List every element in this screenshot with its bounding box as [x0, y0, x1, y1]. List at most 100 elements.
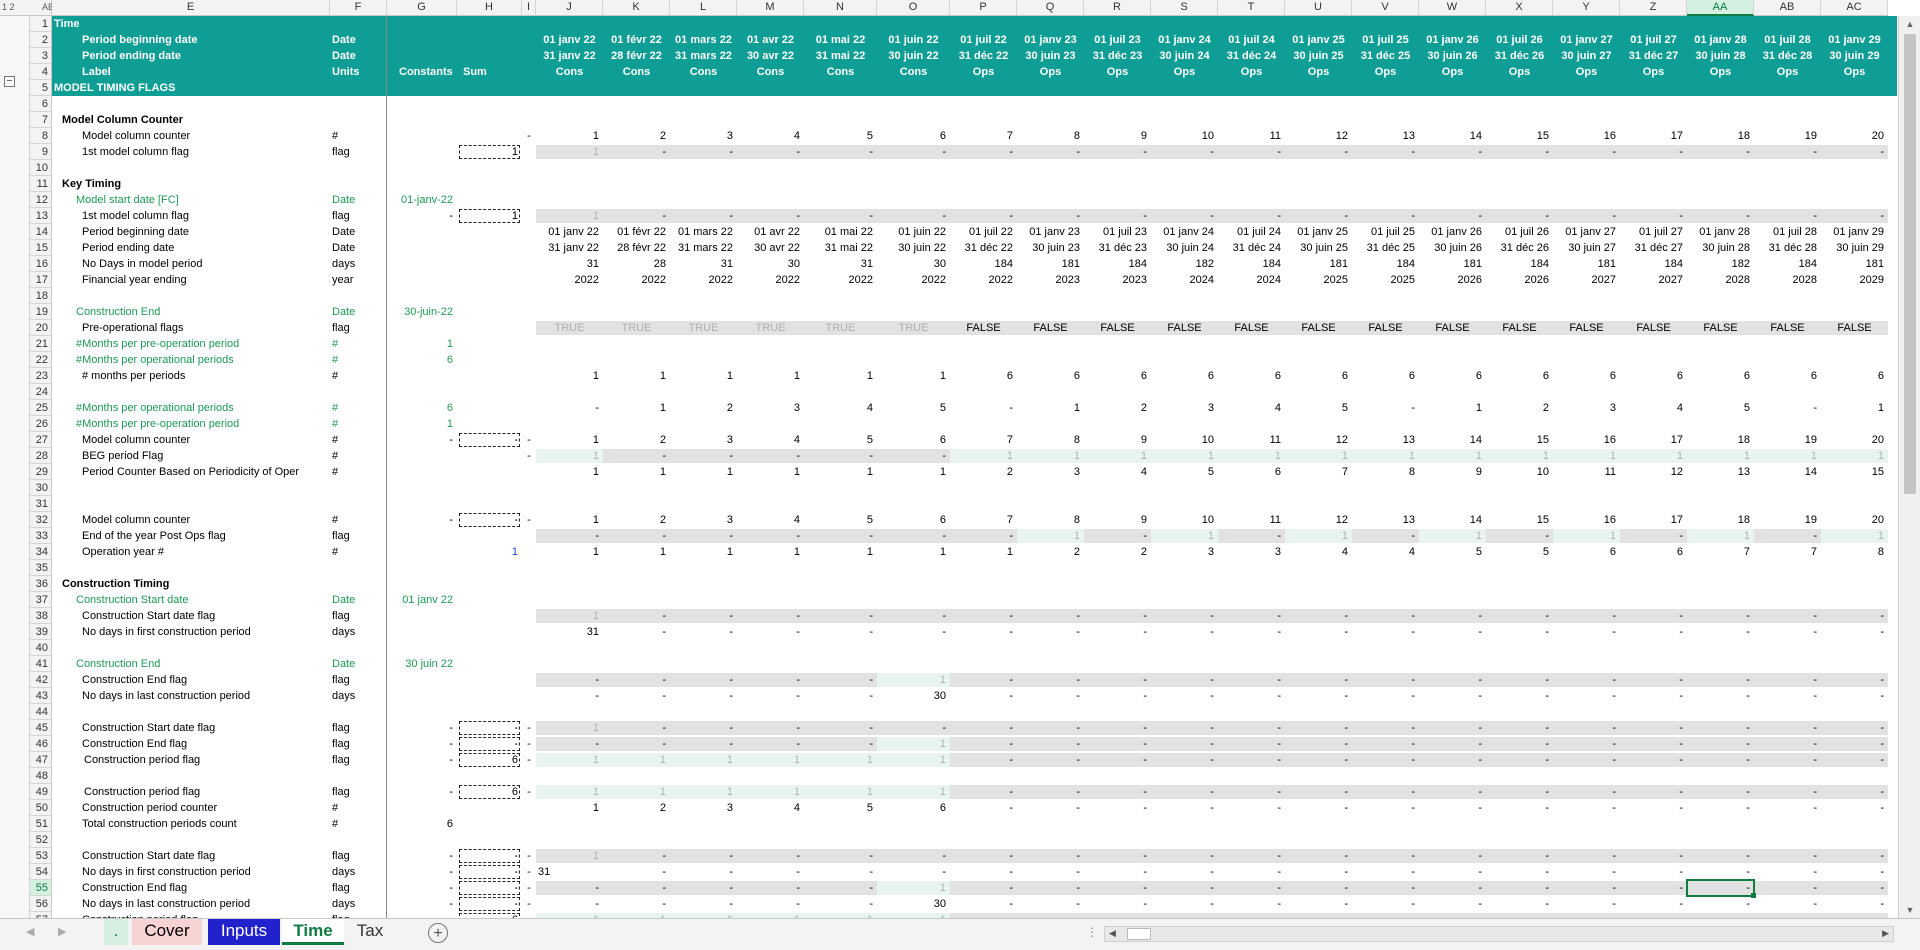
cell-p17[interactable]: 2022 — [950, 272, 1017, 288]
cell-p16[interactable]: 184 — [950, 256, 1017, 272]
cell-p43[interactable]: - — [950, 688, 1017, 704]
cell-q28[interactable]: 1 — [1017, 448, 1084, 464]
cell-w33[interactable]: 1 — [1419, 528, 1486, 544]
cell-r49[interactable]: - — [1084, 784, 1151, 800]
row-header-10[interactable]: 10 — [30, 160, 52, 176]
cell-i54[interactable]: - — [522, 864, 536, 880]
cell-g4[interactable]: Constants — [397, 64, 467, 80]
cell-f45[interactable]: flag — [330, 720, 387, 736]
cell-t23[interactable]: 6 — [1218, 368, 1285, 384]
cell-p2[interactable]: 01 juil 22 — [950, 32, 1017, 48]
cell-w42[interactable]: - — [1419, 672, 1486, 688]
cell-w20[interactable]: FALSE — [1419, 320, 1486, 336]
cell-aa49[interactable]: - — [1687, 784, 1754, 800]
cell-ac2[interactable]: 01 janv 29 — [1821, 32, 1888, 48]
cell-l55[interactable]: - — [670, 880, 737, 896]
cell-u9[interactable]: - — [1285, 144, 1352, 160]
sheet-tab-tax[interactable]: Tax — [344, 919, 396, 945]
cell-g12[interactable]: 01-janv-22 — [387, 192, 457, 208]
cell-x46[interactable]: - — [1486, 736, 1553, 752]
cell-ab56[interactable]: - — [1754, 896, 1821, 912]
cell-l8[interactable]: 3 — [670, 128, 737, 144]
row-header-14[interactable]: 14 — [30, 224, 52, 240]
cell-i45[interactable]: - — [522, 720, 536, 736]
row-header-36[interactable]: 36 — [30, 576, 52, 592]
cell-f51[interactable]: # — [330, 816, 387, 832]
cell-e21[interactable]: #Months per pre-operation period — [74, 336, 352, 352]
cell-l54[interactable]: - — [670, 864, 737, 880]
cell-j38[interactable]: 1 — [536, 608, 603, 624]
cell-o25[interactable]: 5 — [877, 400, 950, 416]
cell-f4[interactable]: Units — [330, 64, 387, 80]
cell-ab27[interactable]: 19 — [1754, 432, 1821, 448]
cell-aa39[interactable]: - — [1687, 624, 1754, 640]
cell-i27[interactable]: - — [522, 432, 536, 448]
cell-l39[interactable]: - — [670, 624, 737, 640]
cell-q16[interactable]: 181 — [1017, 256, 1084, 272]
cell-n53[interactable]: - — [804, 848, 877, 864]
cell-y2[interactable]: 01 janv 27 — [1553, 32, 1620, 48]
cell-o56[interactable]: 30 — [877, 896, 950, 912]
cell-o9[interactable]: - — [877, 144, 950, 160]
cell-t9[interactable]: - — [1218, 144, 1285, 160]
cell-m49[interactable]: 1 — [737, 784, 804, 800]
cell-l14[interactable]: 01 mars 22 — [670, 224, 737, 240]
cell-n42[interactable]: - — [804, 672, 877, 688]
cell-f55[interactable]: flag — [330, 880, 387, 896]
cell-j16[interactable]: 31 — [536, 256, 603, 272]
cell-q55[interactable]: - — [1017, 880, 1084, 896]
cell-x49[interactable]: - — [1486, 784, 1553, 800]
cell-k39[interactable]: - — [603, 624, 670, 640]
cell-f17[interactable]: year — [330, 272, 387, 288]
row-header-8[interactable]: 8 — [30, 128, 52, 144]
cell-o50[interactable]: 6 — [877, 800, 950, 816]
cell-l25[interactable]: 2 — [670, 400, 737, 416]
row-header-46[interactable]: 46 — [30, 736, 52, 752]
cell-y56[interactable]: - — [1553, 896, 1620, 912]
cell-o39[interactable]: - — [877, 624, 950, 640]
cell-r23[interactable]: 6 — [1084, 368, 1151, 384]
cell-r50[interactable]: - — [1084, 800, 1151, 816]
cell-z55[interactable]: - — [1620, 880, 1687, 896]
cell-u56[interactable]: - — [1285, 896, 1352, 912]
cell-w3[interactable]: 30 juin 26 — [1419, 48, 1486, 64]
cell-x34[interactable]: 5 — [1486, 544, 1553, 560]
cell-y45[interactable]: - — [1553, 720, 1620, 736]
row-header-23[interactable]: 23 — [30, 368, 52, 384]
cell-m55[interactable]: - — [737, 880, 804, 896]
cell-f3[interactable]: Date — [330, 48, 387, 64]
cell-u47[interactable]: - — [1285, 752, 1352, 768]
cell-q54[interactable]: - — [1017, 864, 1084, 880]
cell-y42[interactable]: - — [1553, 672, 1620, 688]
active-cell-selection[interactable] — [1686, 879, 1755, 897]
cell-w25[interactable]: 1 — [1419, 400, 1486, 416]
cell-m34[interactable]: 1 — [737, 544, 804, 560]
cell-v39[interactable]: - — [1352, 624, 1419, 640]
cell-aa2[interactable]: 01 janv 28 — [1687, 32, 1754, 48]
cell-m56[interactable]: - — [737, 896, 804, 912]
cell-aa14[interactable]: 01 janv 28 — [1687, 224, 1754, 240]
cell-z9[interactable]: - — [1620, 144, 1687, 160]
cell-j50[interactable]: 1 — [536, 800, 603, 816]
row-header-33[interactable]: 33 — [30, 528, 52, 544]
horizontal-scrollbar[interactable]: ◀ ▶ — [1104, 926, 1894, 942]
cell-p3[interactable]: 31 déc 22 — [950, 48, 1017, 64]
cell-j9[interactable]: 1 — [536, 144, 603, 160]
cell-o15[interactable]: 30 juin 22 — [877, 240, 950, 256]
cell-e27[interactable]: Model column counter — [80, 432, 358, 448]
cell-w8[interactable]: 14 — [1419, 128, 1486, 144]
cell-s9[interactable]: - — [1151, 144, 1218, 160]
cell-o8[interactable]: 6 — [877, 128, 950, 144]
vertical-scroll-thumb[interactable] — [1904, 34, 1916, 494]
cell-x47[interactable]: - — [1486, 752, 1553, 768]
row-header-55[interactable]: 55 — [30, 880, 52, 896]
cell-n15[interactable]: 31 mai 22 — [804, 240, 877, 256]
collapse-group-icon[interactable]: − — [4, 76, 15, 87]
horizontal-scroll-thumb[interactable] — [1127, 928, 1151, 940]
cell-j28[interactable]: 1 — [536, 448, 603, 464]
cell-n39[interactable]: - — [804, 624, 877, 640]
cell-e16[interactable]: No Days in model period — [80, 256, 358, 272]
cell-q34[interactable]: 2 — [1017, 544, 1084, 560]
cell-w32[interactable]: 14 — [1419, 512, 1486, 528]
cell-e42[interactable]: Construction End flag — [80, 672, 358, 688]
